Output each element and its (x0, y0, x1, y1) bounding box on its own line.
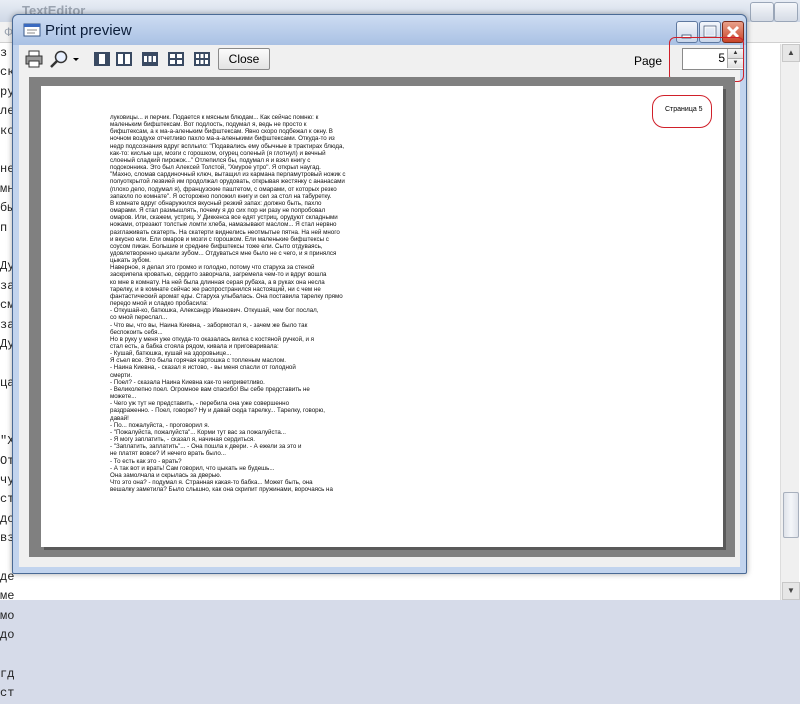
page-text-line: не платят вовсе? И нечего врать было... (110, 450, 226, 458)
page-text-line: беспокоить себя... (110, 328, 163, 336)
page-text-line: Наверное, я делал это громко и голодно, … (110, 264, 315, 272)
two-pages-button[interactable] (115, 49, 133, 69)
editor-line: до (0, 628, 15, 643)
page-text-line: тарелку, и в комнате сейчас же распростр… (110, 285, 321, 293)
page-text-line: цыкать зубом. (110, 257, 151, 265)
page-text-line: ножами, отрезают толстые ломти хлеба, на… (110, 221, 337, 229)
page-text-line: фантастический аромат еды. Старуха улыба… (110, 292, 343, 300)
preview-area[interactable]: Страница 5 луковицы... и перчик. Подаетс… (29, 77, 735, 557)
page-text-line: со мной переслал... (110, 314, 168, 322)
print-preview-client-area: Close Page 5 ▲ ▼ Страница 5 луковицы... … (19, 37, 744, 567)
page-text-line: - Я могу заплатить, - сказал я, начиная … (110, 436, 255, 444)
page-text-line: разглаживать скатерть. На скатерти видне… (110, 228, 340, 236)
page-text-line: подоконника. Это был Алексей Толстой, "Х… (110, 164, 321, 172)
page-text: луковицы... и перчик. Подается к мясным … (110, 114, 390, 493)
page-text-line: соусом пикан. Большие и средние бифштекс… (110, 242, 323, 250)
zoom-button[interactable] (49, 49, 69, 69)
page-text-line: - Великолепно поел. Огромное вам спасибо… (110, 385, 310, 393)
page-text-line: - По... пожалуйста, - проговорил я. (110, 421, 210, 429)
page-text-line: передо мной и сладко пробасила: (110, 300, 208, 308)
page-text-line: - А так вот и врать! Сам говорил, что цы… (110, 464, 275, 472)
page-text-line: бифштексам, а к ма-а-аленьким бифштексам… (110, 128, 333, 136)
six-pages-icon (194, 52, 210, 66)
page-header-number: Страница 5 (665, 106, 703, 113)
texteditor-vertical-scrollbar[interactable]: ▲ ▼ (780, 44, 800, 600)
scroll-up-arrow-icon[interactable]: ▲ (782, 44, 800, 62)
page-text-line: омаров. Или, скажем, устриц. У Диккенса … (110, 214, 338, 222)
page-text-line: омарами. Я стал размышлять, почему я до … (110, 207, 326, 215)
page-text-line: - Кушай, батюшка, кушай на здоровьице... (110, 350, 232, 358)
print-preview-title-bar[interactable]: Print preview (13, 15, 746, 45)
zoom-dropdown-button[interactable] (71, 49, 81, 69)
page-text-line: и вкусно ели. Ели омаров и мозги с горош… (110, 235, 329, 243)
page-text-line: - Наина Киевна, - сказал я истово, - вы … (110, 364, 296, 372)
print-preview-dialog: Print preview Close Page 5 ▲ ▼ Страница … (12, 14, 747, 574)
printer-icon (25, 50, 43, 68)
page-text-line: смерти. (110, 371, 133, 379)
four-pages-button[interactable] (167, 49, 185, 69)
scroll-down-arrow-icon[interactable]: ▼ (782, 582, 800, 600)
page-text-line: - Откушай-ко, батюшка, Александр Иванови… (110, 307, 319, 315)
scrollbar-thumb[interactable] (783, 492, 799, 538)
page-text-line: удовлетворенно цыкали зубом... Отдуватьс… (110, 249, 337, 257)
page-text-line: ко мне в комнату. На ней была длинная се… (110, 278, 325, 286)
zoom-icon (50, 50, 68, 68)
editor-line: гд (0, 667, 15, 681)
print-button[interactable] (25, 49, 43, 69)
page-text-line: - Что вы, что вы, Наина Киевна, - заборм… (110, 321, 308, 329)
page-text-line: Что это она? - подумал я. Странная какая… (110, 478, 313, 486)
page-text-line: - То есть как это - врать? (110, 457, 182, 465)
one-page-icon (94, 52, 110, 66)
one-page-button[interactable] (93, 49, 111, 69)
dropdown-arrow-icon (73, 58, 79, 61)
close-button[interactable]: Close (218, 48, 270, 70)
texteditor-restore-button[interactable] (750, 2, 774, 22)
page-text-line: луковицы... и перчик. Подается к мясным … (110, 114, 319, 121)
page-text-line: слоеный сладкий пирожок..." Отлепился бы… (110, 156, 311, 164)
two-pages-icon (116, 52, 132, 66)
page-text-line: В комнате вдруг обнаружился вкусный резк… (110, 199, 322, 207)
four-pages-icon (168, 52, 184, 66)
editor-line: ст (0, 686, 15, 701)
page-text-line: полуоткрытой лезвией им продолжал орудов… (110, 178, 345, 186)
page-text-line: Но в руку у меня уже откуда-то оказалась… (110, 335, 315, 343)
page-text-line: недр подсознания вдруг всплыло: "Подавал… (110, 142, 345, 150)
three-pages-icon (142, 52, 158, 66)
page-text-line: заскрипела кроватью, сердито заворчала, … (110, 271, 327, 279)
print-preview-title: Print preview (45, 22, 132, 39)
page-text-line: запахло по комнате". Я осторожно положил… (110, 192, 332, 200)
page-text-line: (плохо дело, подумал я), французские паш… (110, 185, 337, 193)
page-text-line: - "Пожалуйста, пожалуйста"... Корми тут … (110, 428, 286, 436)
page-spinner-highlight (669, 37, 744, 82)
editor-line: ме (0, 589, 15, 604)
texteditor-close-button[interactable] (774, 2, 798, 22)
page-text-line: можете... (110, 393, 137, 401)
page-text-line: маленьким бифштексам. Вот подлость, поду… (110, 121, 307, 129)
six-pages-button[interactable] (193, 49, 211, 69)
page-text-line: ночном воздухе отчетливо пахло ма-а-ален… (110, 135, 335, 143)
page-text-line: - Поел? - сказала Наина Киевна как-то не… (110, 378, 265, 386)
page-text-line: раздраженно. - Поел, говорю? Ну и давай … (110, 407, 325, 415)
preview-page: Страница 5 луковицы... и перчик. Подаетс… (41, 86, 723, 547)
page-text-line: давай! (110, 414, 129, 422)
three-pages-button[interactable] (141, 49, 159, 69)
page-text-line: стал есть, а бабка стояла рядом, кивала … (110, 343, 279, 350)
page-text-line: как-то: кислые щи, мозги с горошком, огу… (110, 149, 326, 157)
page-text-line: - Чего уж тут не представить, - перебила… (110, 400, 290, 408)
page-text-line: - "Заплатить, заплатить"... - Она пошла … (110, 443, 302, 451)
print-preview-toolbar: Close Page 5 ▲ ▼ (19, 37, 744, 82)
page-text-line: Я съел все. Это была горячая картошка с … (110, 357, 286, 365)
page-text-line: "Махно, сломав сардиночный ключ, вытащил… (110, 171, 346, 179)
page-label: Page (634, 54, 663, 68)
page-text-line: вешалку заметила? Было слышно, как она с… (110, 486, 333, 494)
print-preview-window-icon (23, 23, 41, 37)
editor-line: мо (0, 608, 15, 623)
page-text-line: Она замолчала и скрылась за дверью. (110, 471, 222, 479)
